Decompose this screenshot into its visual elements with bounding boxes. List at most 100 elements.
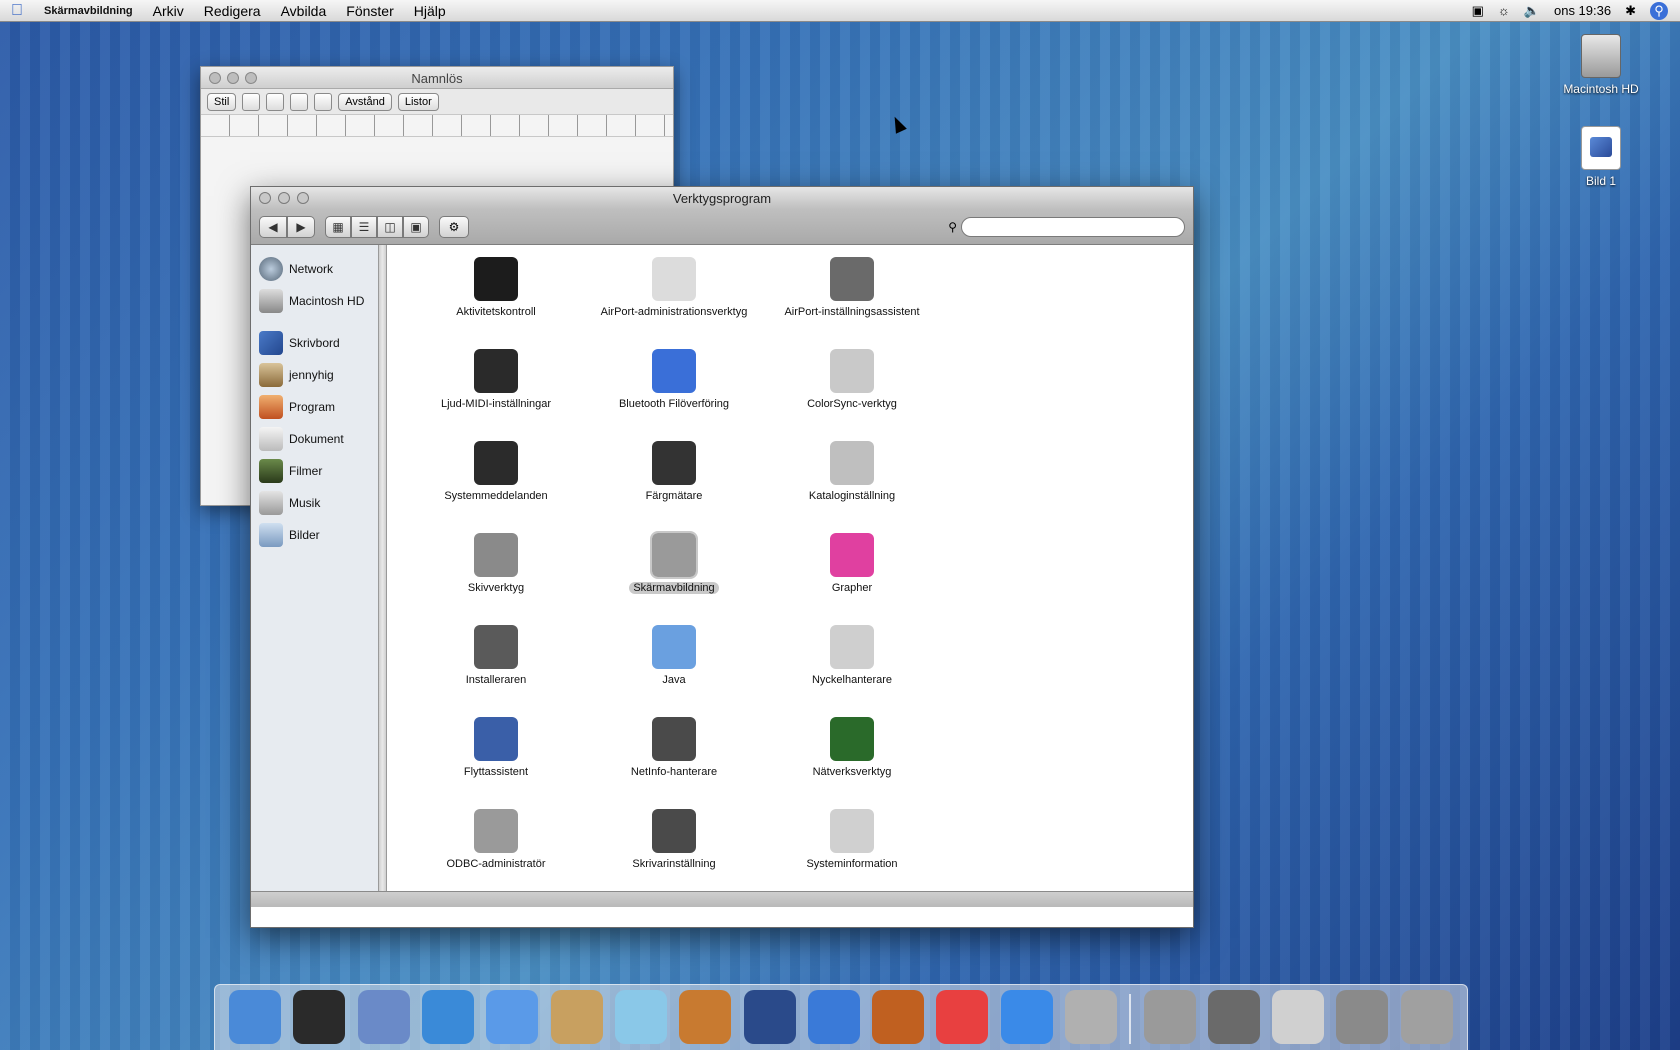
document-icon[interactable] [1272,990,1325,1044]
sidebar-item-home[interactable]: jennyhig [251,359,378,391]
grab-icon[interactable] [1143,990,1196,1044]
app-item[interactable]: Flyttassistent [407,717,585,809]
volume-icon[interactable]: 🔈 [1524,3,1540,19]
app-item[interactable]: Nyckelhanterare [763,625,941,717]
app-item[interactable]: Ljud-MIDI-inställningar [407,349,585,441]
column-view-icon[interactable]: ◫ [377,215,403,238]
garageband-icon[interactable] [872,990,925,1044]
finder-window[interactable]: Verktygsprogram ◀ ▶ ▦ ☰ ◫ ▣ ⚙ ⚲ Network … [250,186,1194,928]
ruler[interactable] [201,115,673,137]
menu-avbilda[interactable]: Avbilda [271,3,337,19]
menu-fonster[interactable]: Fönster [336,3,403,19]
ical-icon[interactable] [936,990,989,1044]
app-item-label-text: Flyttassistent [463,766,529,778]
applications-icon [259,395,283,419]
menu-app-name[interactable]: Skärmavbildning [34,5,143,17]
app-item[interactable]: Installeraren [407,625,585,717]
directory-icon [830,441,874,485]
app-item-label: Nyckelhanterare [767,673,937,687]
sidebar-splitter[interactable] [379,245,387,891]
iweb-icon[interactable] [807,990,860,1044]
safari-icon[interactable] [422,990,475,1044]
zoom-button[interactable] [297,192,309,204]
align-justify-button[interactable] [290,92,309,111]
grapher-icon [830,533,874,577]
sidebar-item-applications[interactable]: Program [251,391,378,423]
app-item[interactable]: Färgmätare [585,441,763,533]
app-item[interactable]: Bluetooth Filöverföring [585,349,763,441]
sidebar-item-macintosh-hd[interactable]: Macintosh HD [251,285,378,317]
app-item[interactable]: NetInfo-hanterare [585,717,763,809]
style-select[interactable]: Stil [207,92,237,111]
search-area: ⚲ [948,216,1185,237]
coverflow-view-icon[interactable]: ▣ [403,215,429,238]
app-item[interactable]: Grapher [763,533,941,625]
align-left-button[interactable] [242,92,261,111]
app-item-label-text: Nyckelhanterare [811,674,893,686]
sidebar-item-music[interactable]: Musik [251,487,378,519]
dashboard-icon[interactable] [293,990,346,1044]
list-view-icon[interactable]: ☰ [351,215,377,238]
app-item[interactable]: Java [585,625,763,717]
app-item[interactable]: ColorSync-verktyg [763,349,941,441]
ichat-icon[interactable] [486,990,539,1044]
app-item[interactable]: AirPort-inställningsassistent [763,257,941,349]
gear-icon[interactable]: ⚙ [439,215,469,238]
align-right-button[interactable] [314,92,333,111]
back-button[interactable]: ◀ [259,215,287,238]
display-icon[interactable]: ▣ [1472,3,1484,19]
image-file-icon [1581,126,1621,170]
sidebar-item-desktop[interactable]: Skrivbord [251,327,378,359]
quicktime-icon[interactable] [1000,990,1053,1044]
colormeter-icon [652,441,696,485]
stack-icon[interactable] [1207,990,1260,1044]
imovie-icon[interactable] [743,990,796,1044]
bluetooth-status-icon[interactable]: ✱ [1625,3,1636,19]
apple-menu-icon[interactable]:  [0,2,34,20]
app-item[interactable]: Systemmeddelanden [407,441,585,533]
app-item[interactable]: AirPort-administrationsverktyg [585,257,763,349]
search-input[interactable] [961,216,1185,237]
iphoto-icon[interactable] [679,990,732,1044]
sidebar-item-movies[interactable]: Filmer [251,455,378,487]
app-item[interactable]: Skivverktyg [407,533,585,625]
airport-status-icon[interactable]: ☼ [1498,3,1510,18]
app-item[interactable]: Skärmavbildning [585,531,763,625]
close-button[interactable] [209,71,221,84]
lists-select[interactable]: Listor [397,92,439,111]
sidebar-item-documents[interactable]: Dokument [251,423,378,455]
align-center-button[interactable] [266,92,285,111]
spotlight-icon[interactable]: ⚲ [1650,1,1668,20]
app-item[interactable]: Nätverksverktyg [763,717,941,809]
app-item[interactable]: Aktivitetskontroll [407,257,585,349]
app-item[interactable]: Skrivarinställning [585,809,763,891]
app-item[interactable]: Kataloginställning [763,441,941,533]
icon-view-icon[interactable]: ▦ [325,215,351,238]
app-item[interactable]: Systeminformation [763,809,941,891]
sidebar-item-label: Program [289,400,336,414]
spacing-select[interactable]: Avstånd [338,92,392,111]
itunes-icon[interactable] [614,990,667,1044]
desktop-icon-hd[interactable]: Macintosh HD [1546,34,1656,96]
finder-icon[interactable] [229,990,282,1044]
desktop-icon-screenshot[interactable]: Bild 1 [1546,126,1656,188]
minimize-button[interactable] [278,192,290,204]
disk-utility-icon [474,533,518,577]
preferences-icon[interactable] [1065,990,1117,1044]
trash-icon[interactable] [1400,990,1453,1044]
menubar-clock[interactable]: ons 19:36 [1554,3,1611,18]
mail-icon[interactable] [357,990,410,1044]
app-item[interactable]: ODBC-administratör [407,809,585,891]
address-book-icon[interactable] [550,990,603,1044]
menu-hjalp[interactable]: Hjälp [404,3,456,19]
network-icon[interactable] [1336,990,1389,1044]
menu-arkiv[interactable]: Arkiv [143,3,194,19]
close-button[interactable] [259,192,271,204]
minimize-button[interactable] [227,71,239,84]
zoom-button[interactable] [245,71,257,84]
forward-button[interactable]: ▶ [287,215,315,238]
menu-redigera[interactable]: Redigera [194,3,271,19]
sidebar-item-pictures[interactable]: Bilder [251,519,378,551]
sidebar-item-network[interactable]: Network [251,253,378,285]
app-item-label: Skrivarinställning [589,857,759,871]
